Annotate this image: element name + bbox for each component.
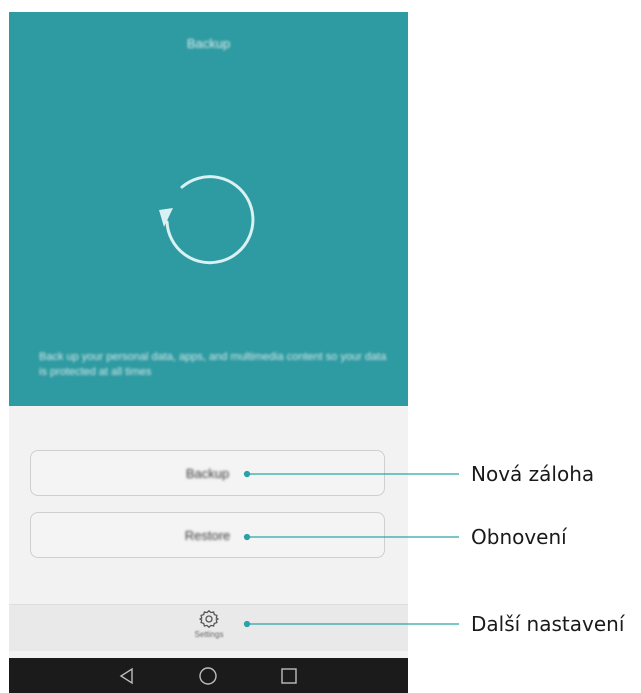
circular-arrow-icon <box>159 175 255 265</box>
phone-screen: Backup Back up your personal data, apps,… <box>9 12 408 693</box>
circle-home-icon[interactable] <box>198 666 218 686</box>
bottom-toolbar: Settings <box>9 604 408 651</box>
callout-backup-label: Nová záloha <box>471 462 595 486</box>
callout-restore-label: Obnovení <box>471 525 567 549</box>
restore-button-label: Restore <box>184 527 231 543</box>
triangle-back-icon[interactable] <box>117 666 137 686</box>
settings-label: Settings <box>194 630 224 639</box>
backup-button[interactable]: Backup <box>30 450 385 496</box>
settings-button[interactable]: Settings <box>185 609 233 639</box>
backup-button-label: Backup <box>185 465 230 481</box>
hero-panel: Backup Back up your personal data, apps,… <box>9 12 408 406</box>
hero-description: Back up your personal data, apps, and mu… <box>39 351 387 378</box>
system-nav-bar <box>9 658 408 693</box>
page-title: Backup <box>186 36 231 51</box>
gear-icon <box>199 609 219 629</box>
callout-settings-label: Další nastavení <box>471 612 625 636</box>
restore-button[interactable]: Restore <box>30 512 385 558</box>
square-recent-icon[interactable] <box>279 666 299 686</box>
